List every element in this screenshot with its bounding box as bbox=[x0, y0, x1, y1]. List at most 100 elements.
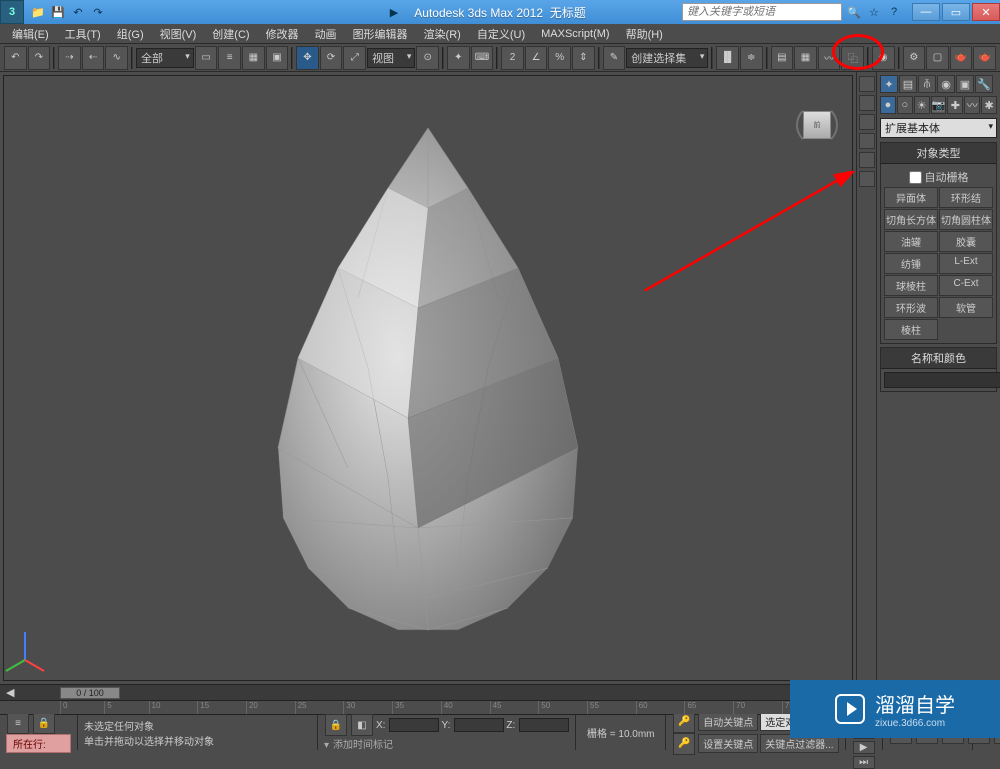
menu-customize[interactable]: 自定义(U) bbox=[469, 24, 533, 44]
select-region-button[interactable]: ▦ bbox=[242, 46, 265, 70]
display-tab[interactable]: ▣ bbox=[956, 75, 974, 93]
object-type-header[interactable]: 对象类型 bbox=[881, 143, 996, 164]
minimize-button[interactable]: — bbox=[912, 3, 940, 21]
redo-button[interactable]: ↷ bbox=[28, 46, 51, 70]
menu-create[interactable]: 创建(C) bbox=[204, 24, 257, 44]
lights-cat[interactable]: ☀ bbox=[914, 96, 930, 114]
category-dropdown[interactable]: 扩展基本体 bbox=[880, 118, 997, 138]
mirror-button[interactable]: ▐▌ bbox=[716, 46, 739, 70]
time-tag-button[interactable]: ▾添加时间标记 bbox=[324, 736, 569, 751]
pivot-button[interactable]: ⊙ bbox=[416, 46, 439, 70]
window-crossing-button[interactable]: ▣ bbox=[266, 46, 289, 70]
graphite-button[interactable]: ▦ bbox=[794, 46, 817, 70]
hierarchy-tab[interactable]: ⫚ bbox=[918, 75, 936, 93]
layer-manager-button[interactable]: ▤ bbox=[771, 46, 794, 70]
menu-maxscript[interactable]: MAXScript(M) bbox=[533, 26, 617, 42]
modify-tab[interactable]: ▤ bbox=[899, 75, 917, 93]
obj-hose[interactable]: 软管 bbox=[939, 297, 993, 318]
rendered-frame-button[interactable]: ▢ bbox=[926, 46, 949, 70]
obj-prism[interactable]: 棱柱 bbox=[884, 319, 938, 340]
shapes-cat[interactable]: ○ bbox=[897, 96, 913, 114]
obj-chamfercyl[interactable]: 切角圆柱体 bbox=[939, 209, 993, 230]
x-input[interactable] bbox=[389, 718, 439, 732]
named-selection-dropdown[interactable]: 创建选择集 bbox=[626, 48, 708, 68]
select-scale-button[interactable]: ⤢ bbox=[343, 46, 366, 70]
sidebar-btn-6[interactable] bbox=[859, 171, 875, 187]
selection-filter-dropdown[interactable]: 全部 bbox=[136, 48, 194, 68]
menu-tools[interactable]: 工具(T) bbox=[57, 24, 109, 44]
viewcube[interactable]: 前 bbox=[796, 104, 838, 146]
schematic-view-button[interactable]: ⿻ bbox=[841, 46, 864, 70]
snap-2d-button[interactable]: 2 bbox=[501, 46, 524, 70]
qat-undo-icon[interactable]: ↶ bbox=[70, 4, 86, 20]
cameras-cat[interactable]: 📷 bbox=[931, 96, 947, 114]
menu-group[interactable]: 组(G) bbox=[109, 24, 152, 44]
obj-capsule[interactable]: 胶囊 bbox=[939, 231, 993, 252]
curve-editor-button[interactable]: 〰 bbox=[818, 46, 841, 70]
search-icon[interactable]: 🔍 bbox=[846, 4, 862, 20]
z-input[interactable] bbox=[519, 718, 569, 732]
utilities-tab[interactable]: 🔧 bbox=[975, 75, 993, 93]
edit-named-sel-button[interactable]: ✎ bbox=[603, 46, 626, 70]
select-rotate-button[interactable]: ⟳ bbox=[320, 46, 343, 70]
lock-selection-button[interactable]: 🔒 bbox=[325, 714, 347, 736]
link-button[interactable]: ⇢ bbox=[58, 46, 81, 70]
maximize-button[interactable]: ▭ bbox=[942, 3, 970, 21]
obj-ringwave[interactable]: 环形波 bbox=[884, 297, 938, 318]
sidebar-btn-5[interactable] bbox=[859, 152, 875, 168]
sidebar-btn-3[interactable] bbox=[859, 114, 875, 130]
geometry-cat[interactable]: ● bbox=[880, 96, 896, 114]
y-input[interactable] bbox=[454, 718, 504, 732]
render-production-button[interactable]: 🫖 bbox=[950, 46, 973, 70]
systems-cat[interactable]: ✱ bbox=[981, 96, 997, 114]
select-name-button[interactable]: ≡ bbox=[218, 46, 241, 70]
align-button[interactable]: ≑ bbox=[740, 46, 763, 70]
obj-cext[interactable]: C-Ext bbox=[939, 275, 993, 296]
autokey-toggle[interactable]: 自动关键点 bbox=[698, 712, 758, 731]
autogrid-checkbox[interactable] bbox=[909, 171, 922, 184]
motion-tab[interactable]: ◉ bbox=[937, 75, 955, 93]
obj-spindle[interactable]: 纺锤 bbox=[884, 253, 938, 274]
obj-gengon[interactable]: 球棱柱 bbox=[884, 275, 938, 296]
render-iterative-button[interactable]: 🫖 bbox=[973, 46, 996, 70]
bind-spacewarp-button[interactable]: ∿ bbox=[105, 46, 128, 70]
manipulate-button[interactable]: ✦ bbox=[447, 46, 470, 70]
render-setup-button[interactable]: ⚙ bbox=[903, 46, 926, 70]
spacewarps-cat[interactable]: 〰 bbox=[964, 96, 980, 114]
menu-rendering[interactable]: 渲染(R) bbox=[416, 24, 469, 44]
snap-angle-button[interactable]: ∠ bbox=[525, 46, 548, 70]
helpers-cat[interactable]: ✚ bbox=[947, 96, 963, 114]
key-large-button[interactable]: 🔑 bbox=[673, 733, 695, 755]
obj-lext[interactable]: L-Ext bbox=[939, 253, 993, 274]
obj-chamferbox[interactable]: 切角长方体 bbox=[884, 209, 938, 230]
menu-animation[interactable]: 动画 bbox=[307, 24, 345, 44]
help-search-input[interactable] bbox=[682, 3, 842, 21]
menu-views[interactable]: 视图(V) bbox=[152, 24, 205, 44]
menu-graph-editors[interactable]: 图形编辑器 bbox=[345, 24, 416, 44]
obj-hedra[interactable]: 异面体 bbox=[884, 187, 938, 208]
object-name-input[interactable] bbox=[884, 372, 1000, 388]
undo-button[interactable]: ↶ bbox=[4, 46, 27, 70]
spinner-snap-button[interactable]: ⇕ bbox=[572, 46, 595, 70]
favorite-icon[interactable]: ☆ bbox=[866, 4, 882, 20]
name-color-header[interactable]: 名称和颜色 bbox=[881, 348, 996, 369]
snap-percent-button[interactable]: % bbox=[548, 46, 571, 70]
menu-help[interactable]: 帮助(H) bbox=[618, 24, 671, 44]
qat-redo-icon[interactable]: ↷ bbox=[90, 4, 106, 20]
obj-torus-knot[interactable]: 环形结 bbox=[939, 187, 993, 208]
material-editor-button[interactable]: ◉ bbox=[872, 46, 895, 70]
sidebar-btn-4[interactable] bbox=[859, 133, 875, 149]
select-move-button[interactable]: ✥ bbox=[296, 46, 319, 70]
qat-open-icon[interactable]: 📁 bbox=[30, 4, 46, 20]
lock-button[interactable]: 🔒 bbox=[33, 712, 55, 734]
keyboard-shortcut-button[interactable]: ⌨ bbox=[471, 46, 494, 70]
qat-save-icon[interactable]: 💾 bbox=[50, 4, 66, 20]
time-slider-handle[interactable]: 0 / 100 bbox=[60, 687, 120, 699]
isolate-button[interactable]: ◧ bbox=[351, 714, 373, 736]
sidebar-btn-2[interactable] bbox=[859, 95, 875, 111]
menu-modifiers[interactable]: 修改器 bbox=[258, 24, 307, 44]
close-button[interactable]: ✕ bbox=[972, 3, 1000, 21]
menu-edit[interactable]: 编辑(E) bbox=[4, 24, 57, 44]
setkey-toggle[interactable]: 设置关键点 bbox=[698, 734, 758, 753]
help-icon[interactable]: ? bbox=[886, 4, 902, 20]
